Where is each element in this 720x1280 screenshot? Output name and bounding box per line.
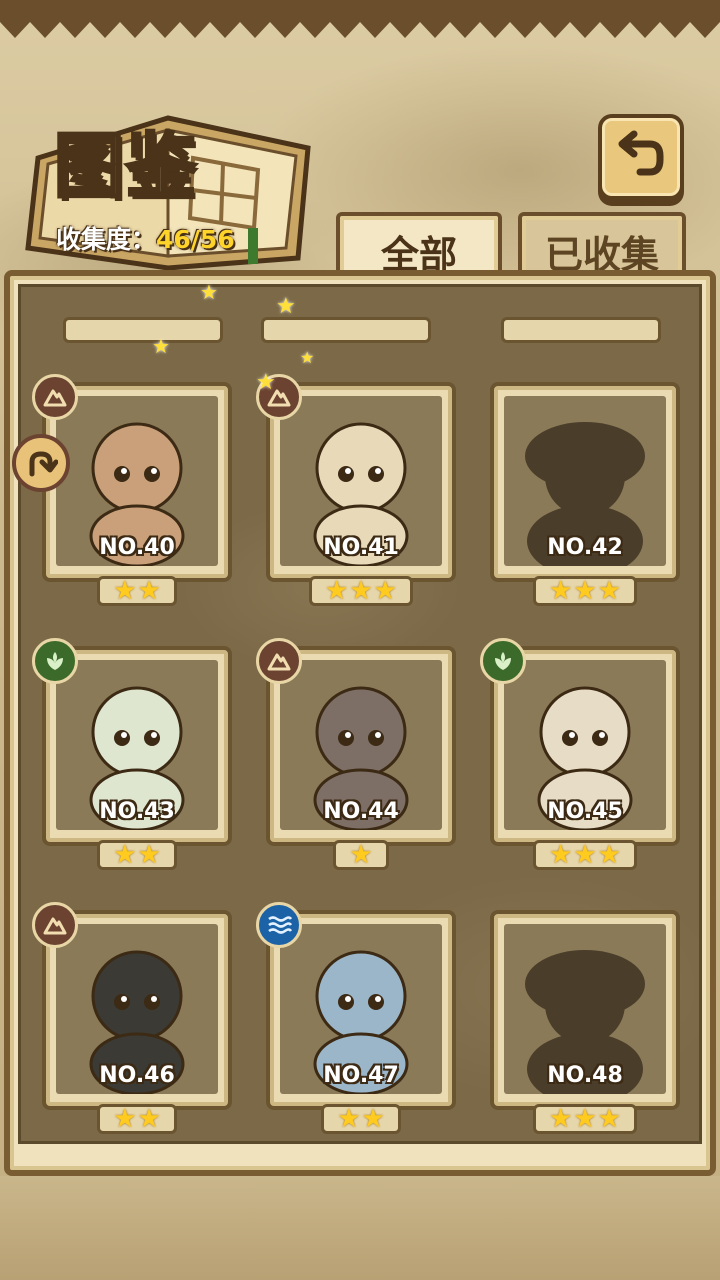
star-icon: ★ [137,1104,161,1134]
character-portrait: NO.43 [56,660,218,830]
monster-card[interactable]: NO.41 ★ ★ ★ [256,374,456,606]
card-frame: NO.42 [490,382,680,582]
star-icon: ★ [325,576,349,606]
sparkle-icon: ★ [300,348,315,367]
card-number: NO.43 [99,799,175,824]
star-rating: ★ ★ [97,1104,177,1134]
character-portrait: NO.41 [280,396,442,566]
curved-arrow-icon [29,451,58,477]
character-silhouette: NO.42 [504,396,666,566]
star-icon: ★ [549,840,573,870]
star-icon: ★ [597,1104,621,1134]
leaf-icon [32,638,78,684]
monster-card[interactable]: NO.43 ★ ★ [32,638,232,870]
monster-card[interactable]: NO.46 ★ ★ [32,902,232,1134]
partial-card-row [261,317,431,343]
leaf-icon [480,638,526,684]
character-portrait: NO.40 [56,396,218,566]
star-icon: ★ [113,840,137,870]
character-portrait: NO.46 [56,924,218,1094]
water-waves-icon [256,902,302,948]
star-icon: ★ [597,840,621,870]
character-portrait: NO.47 [280,924,442,1094]
sparkle-icon: ★ [256,370,276,395]
card-number: NO.42 [547,535,623,560]
mountain-icon [32,374,78,420]
star-rating: ★ ★ ★ [309,576,413,606]
character-portrait: NO.44 [280,660,442,830]
monster-card[interactable]: NO.48 ★ ★ ★ [490,910,680,1134]
star-icon: ★ [113,1104,137,1134]
card-number: NO.46 [99,1063,175,1088]
monster-card[interactable]: NO.47 ★ ★ [256,902,456,1134]
card-number: NO.41 [323,535,399,560]
collection-progress: 收集度：46/56 [56,220,235,256]
star-rating: ★ ★ [97,840,177,870]
monster-card[interactable]: NO.42 ★ ★ ★ [490,382,680,606]
star-icon: ★ [349,840,373,870]
back-button[interactable] [598,114,684,200]
sparkle-icon: ★ [200,280,218,304]
partial-card-row [501,317,661,343]
star-icon: ★ [573,840,597,870]
star-icon: ★ [361,1104,385,1134]
star-icon: ★ [549,1104,573,1134]
star-rating: ★ ★ [321,1104,401,1134]
character-silhouette: NO.48 [504,924,666,1094]
page-title: 图鉴 [53,123,198,209]
star-rating: ★ ★ ★ [533,840,637,870]
side-arrow-button[interactable] [12,434,70,492]
monster-card[interactable]: NO.45 ★ ★ ★ [480,638,680,870]
collection-label: 收集度： [56,225,157,254]
star-icon: ★ [337,1104,361,1134]
zigzag-top-border [0,0,720,38]
star-icon: ★ [597,576,621,606]
mountain-icon [256,638,302,684]
sparkle-icon: ★ [276,294,296,319]
star-rating: ★ [333,840,389,870]
star-icon: ★ [137,840,161,870]
card-number: NO.44 [323,799,399,824]
star-rating: ★ ★ ★ [533,1104,637,1134]
mountain-icon [32,902,78,948]
card-number: NO.45 [547,799,623,824]
star-icon: ★ [573,576,597,606]
card-number: NO.47 [323,1063,399,1088]
bottom-background [0,1176,720,1280]
return-arrow-icon [618,130,664,176]
monster-card[interactable]: NO.44 ★ [256,638,456,870]
star-icon: ★ [349,576,373,606]
star-icon: ★ [573,1104,597,1134]
card-frame: NO.48 [490,910,680,1110]
star-icon: ★ [373,576,397,606]
star-rating: ★ ★ [97,576,177,606]
collection-value: 46/56 [156,225,235,254]
star-icon: ★ [113,576,137,606]
sparkle-icon: ★ [152,334,170,358]
card-number: NO.48 [547,1063,623,1088]
star-icon: ★ [137,576,161,606]
star-rating: ★ ★ ★ [533,576,637,606]
card-number: NO.40 [99,535,175,560]
character-portrait: NO.45 [504,660,666,830]
star-icon: ★ [549,576,573,606]
monster-card[interactable]: NO.40 ★ ★ [32,374,232,606]
